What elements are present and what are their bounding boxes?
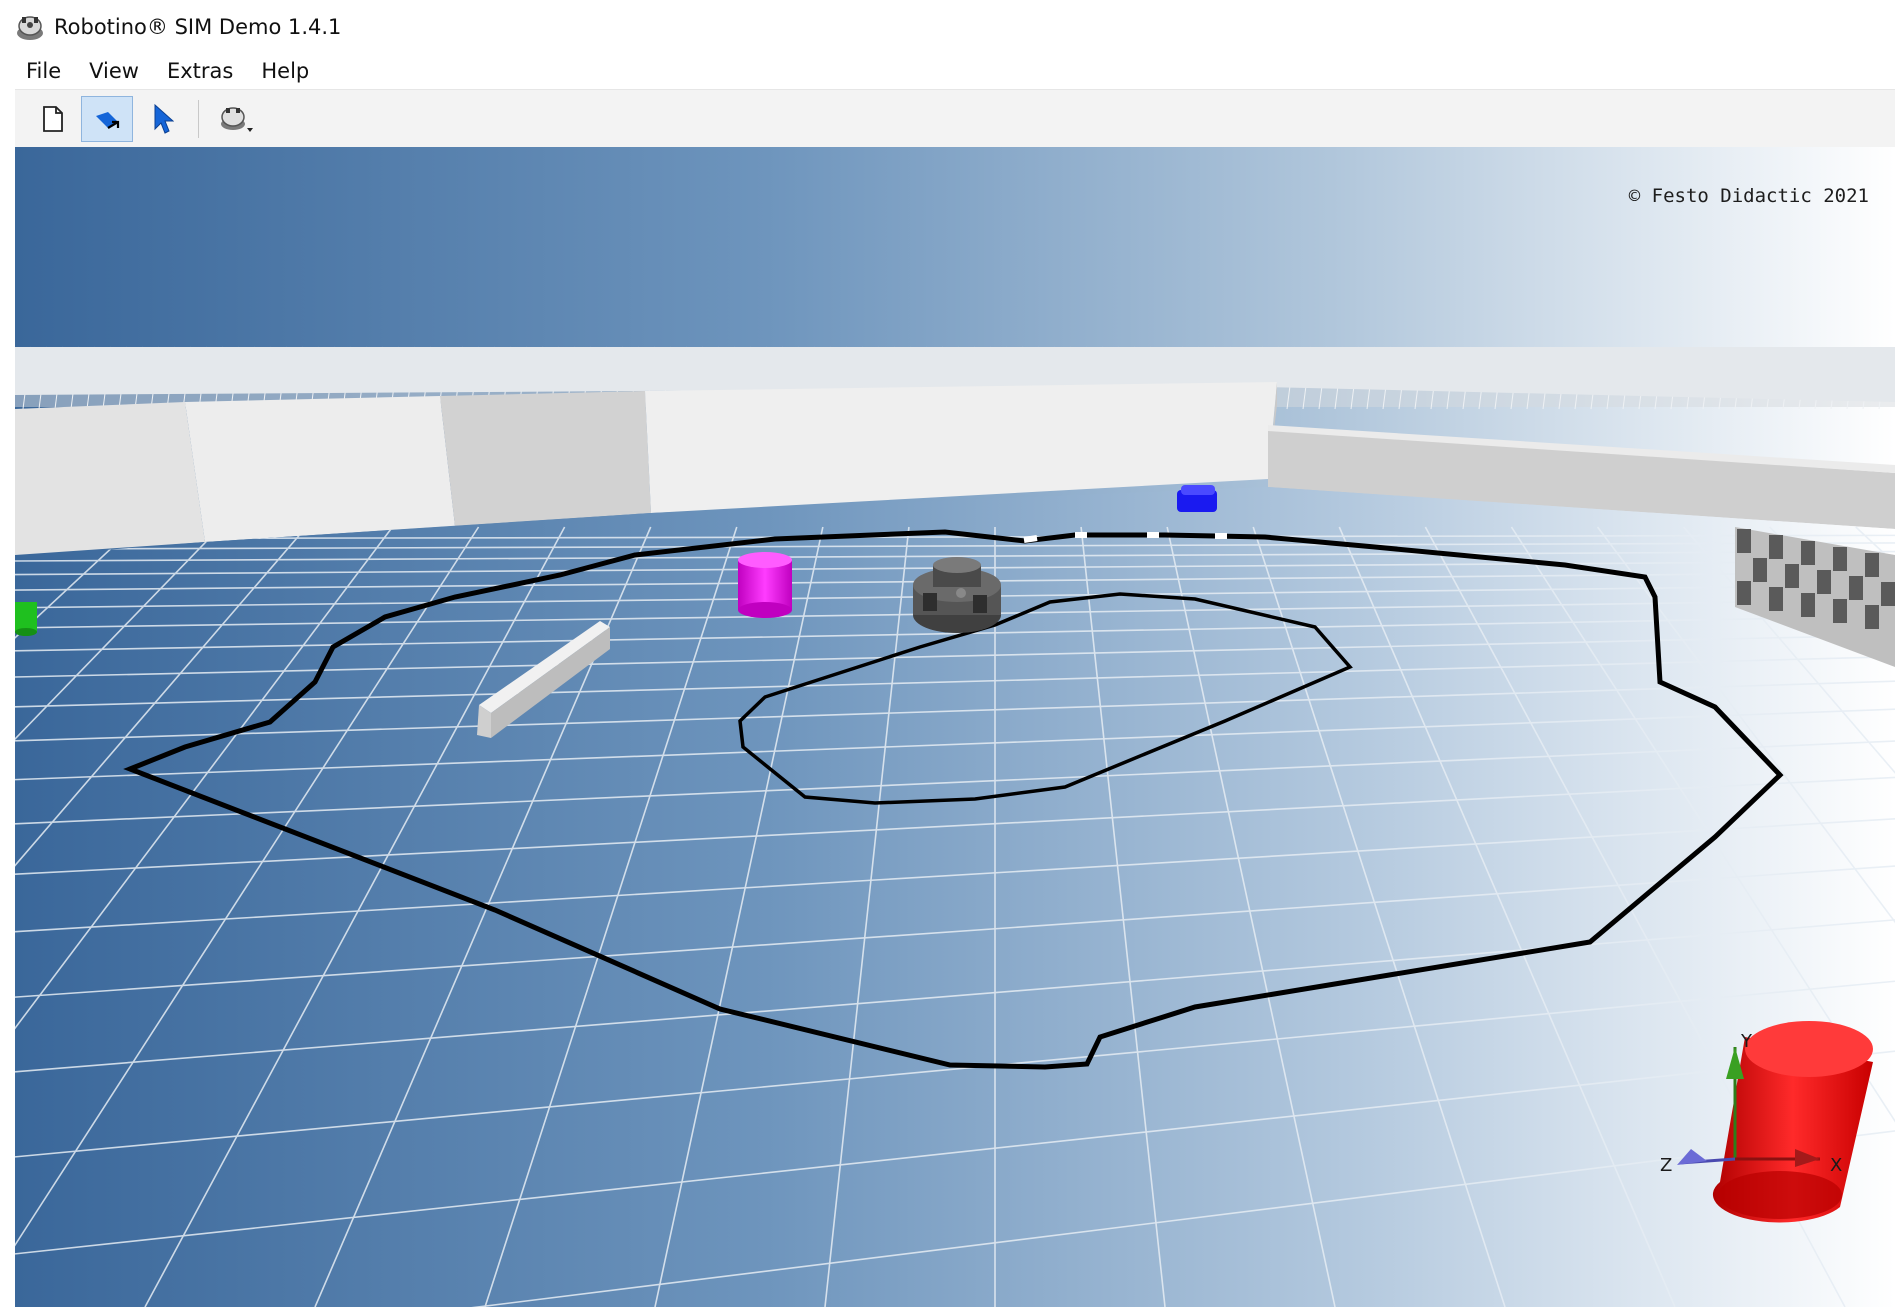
select-tool-button[interactable] <box>136 96 188 142</box>
menu-file[interactable]: File <box>0 59 75 83</box>
new-scene-button[interactable] <box>27 96 79 142</box>
window-title: Robotino® SIM Demo 1.4.1 <box>54 15 342 39</box>
menu-view[interactable]: View <box>75 59 153 83</box>
blue-block <box>1177 485 1217 512</box>
toolbar-separator <box>198 100 199 138</box>
green-object <box>15 602 37 636</box>
copyright-notice: © Festo Didactic 2021 <box>1628 185 1869 207</box>
axis-z-label: Z <box>1660 1155 1672 1176</box>
title-bar: Robotino® SIM Demo 1.4.1 <box>0 0 1899 54</box>
toolbar <box>15 89 1895 148</box>
move-tool-button[interactable] <box>81 96 133 142</box>
chevron-down-icon <box>247 128 253 132</box>
robot-menu-button[interactable] <box>211 96 263 142</box>
robotino-icon <box>17 16 43 40</box>
scene-canvas[interactable]: Y X Z <box>15 147 1895 1307</box>
menu-extras[interactable]: Extras <box>153 59 247 83</box>
move-arrow-icon <box>96 112 120 129</box>
magenta-cylinder <box>738 552 792 618</box>
axis-y-label: Y <box>1740 1031 1753 1052</box>
robotino-icon <box>221 107 253 132</box>
pointer-icon <box>154 103 174 134</box>
menu-help[interactable]: Help <box>247 59 323 83</box>
axis-x-label: X <box>1830 1155 1842 1176</box>
document-icon <box>43 106 63 132</box>
3d-viewport[interactable]: Y X Z © Festo Didactic 2021 <box>15 147 1895 1307</box>
menu-bar: File View Extras Help <box>0 54 1899 88</box>
